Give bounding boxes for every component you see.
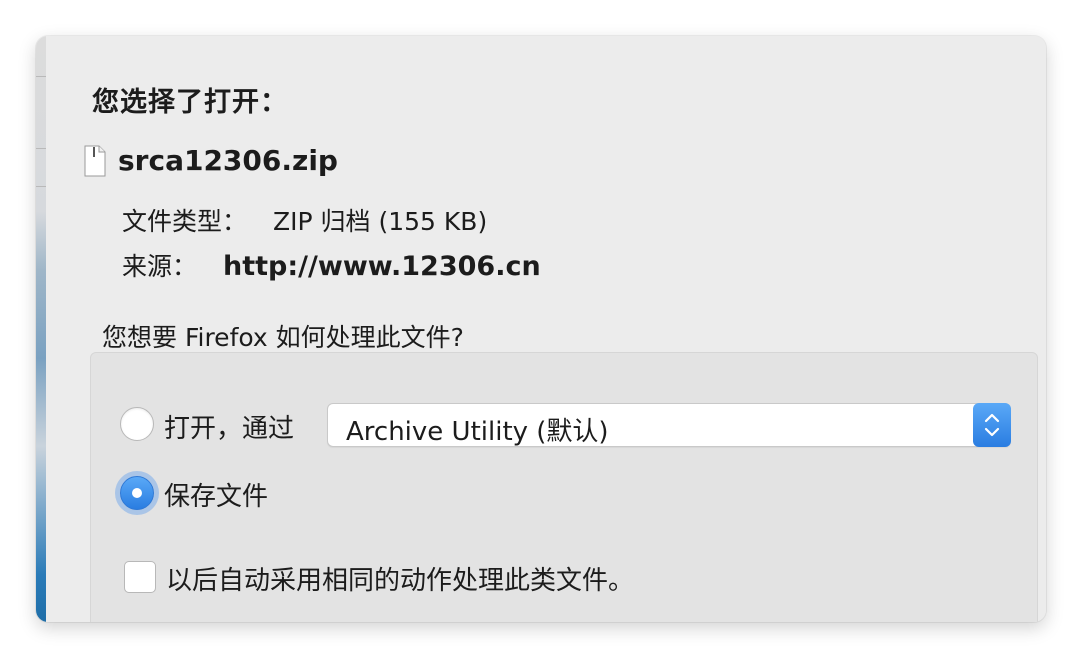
document-icon xyxy=(84,145,106,177)
file-name: srca12306.zip xyxy=(118,144,338,177)
open-with-label[interactable]: 打开，通过 xyxy=(164,408,294,445)
file-type-label: 文件类型： xyxy=(122,207,248,236)
open-with-radio[interactable] xyxy=(120,407,154,441)
download-dialog-window: 您选择了打开： srca12306.zip 文件类型： ZIP 归档 (155 … xyxy=(36,36,1046,622)
background-window-edge xyxy=(36,36,46,622)
source-label: 来源： xyxy=(122,252,198,281)
dialog-heading: 您选择了打开： xyxy=(92,87,288,118)
save-file-label[interactable]: 保存文件 xyxy=(164,476,268,513)
file-row: srca12306.zip xyxy=(84,144,338,177)
open-with-app-select[interactable]: Archive Utility (默认) xyxy=(327,403,1011,447)
remember-choice-label[interactable]: 以后自动采用相同的动作处理此类文件。 xyxy=(166,560,634,597)
dialog-content: 您选择了打开： srca12306.zip 文件类型： ZIP 归档 (155 … xyxy=(46,36,1046,622)
remember-choice-checkbox[interactable] xyxy=(124,561,156,593)
file-type-value: ZIP 归档 (155 KB) xyxy=(273,207,488,236)
open-with-app-value: Archive Utility (默认) xyxy=(346,417,609,447)
file-type-row: 文件类型： ZIP 归档 (155 KB) xyxy=(122,202,487,238)
source-url: http://www.12306.cn xyxy=(223,251,541,282)
chevron-up-down-icon[interactable] xyxy=(973,403,1011,447)
action-question: 您想要 Firefox 如何处理此文件? xyxy=(102,323,464,352)
save-file-radio[interactable] xyxy=(120,476,154,510)
source-row: 来源： http://www.12306.cn xyxy=(122,247,541,283)
